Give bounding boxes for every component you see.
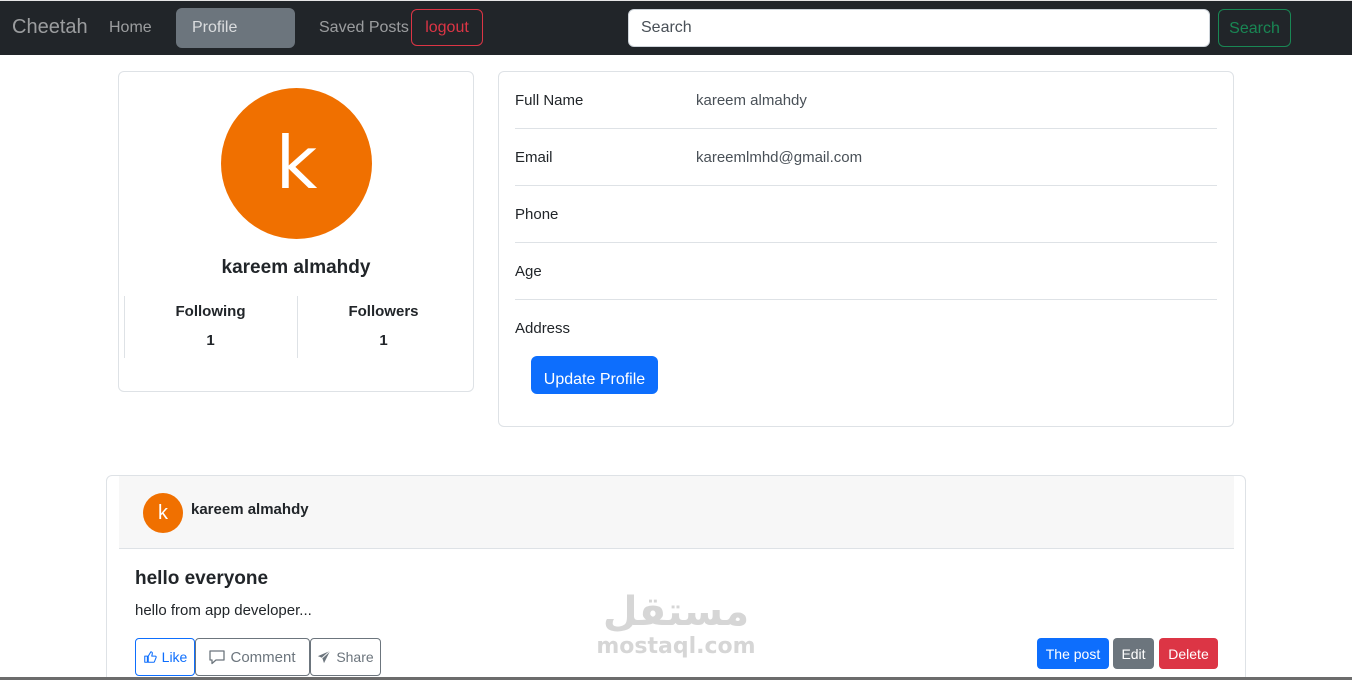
detail-label: Address [515,320,571,337]
search-input[interactable] [628,9,1210,47]
detail-row-phone: Phone [515,186,1217,243]
post-body: hello from app developer... [135,602,312,619]
edit-post-button[interactable]: Edit [1113,638,1154,669]
detail-value: kareemlmhd@gmail.com [696,149,863,166]
detail-label: Age [515,263,542,280]
following-count: 1 [206,332,215,349]
detail-row-age: Age [515,243,1217,300]
nav-home-link[interactable]: Home [109,19,152,37]
detail-label: Phone [515,206,559,223]
following-stat[interactable]: Following 1 [124,296,296,358]
search-button[interactable]: Search [1218,9,1291,47]
detail-label: Full Name [515,92,584,109]
watermark-latin: mostaql.com [596,634,756,659]
followers-label: Followers [348,303,419,320]
comment-label: Comment [230,648,296,666]
brand-logo[interactable]: Cheetah [12,16,88,39]
detail-row-full-name: Full Name kareem almahdy [515,72,1217,129]
view-post-button[interactable]: The post [1037,638,1109,669]
profile-card: k kareem almahdy Following 1 Followers 1 [118,71,474,392]
post-title: hello everyone [135,568,269,589]
nav-profile-link[interactable]: Profile [176,8,295,48]
post-author-avatar[interactable]: k [143,493,183,533]
nav-saved-posts-link[interactable]: Saved Posts [319,19,409,37]
update-profile-button[interactable]: Update Profile [531,356,658,394]
watermark-logo: مستقل mostaql.com [594,590,758,660]
followers-count: 1 [379,332,388,349]
logout-button[interactable]: logout [411,9,483,46]
profile-name: kareem almahdy [221,257,371,278]
watermark-arabic: مستقل [602,589,750,635]
delete-post-button[interactable]: Delete [1159,638,1218,669]
followers-stat[interactable]: Followers 1 [297,296,469,358]
post-author-name[interactable]: kareem almahdy [191,501,309,518]
thumbs-up-icon [143,651,157,663]
profile-avatar: k [221,88,372,239]
comment-icon [209,649,226,664]
share-label: Share [336,649,374,665]
detail-label: Email [515,149,553,166]
profile-details-card: Full Name kareem almahdy Email kareemlmh… [498,71,1234,427]
send-icon [318,650,331,664]
top-navbar: Cheetah Home Profile Saved Posts logout … [0,0,1352,55]
detail-value: kareem almahdy [696,92,807,109]
following-label: Following [175,303,246,320]
post-header: k kareem almahdy [119,476,1234,549]
detail-row-email: Email kareemlmhd@gmail.com [515,129,1217,186]
detail-row-address: Address [515,300,1217,357]
like-button[interactable]: Like [135,638,195,676]
like-label: Like [161,649,188,665]
comment-button[interactable]: Comment [195,638,310,676]
share-button[interactable]: Share [310,638,381,676]
